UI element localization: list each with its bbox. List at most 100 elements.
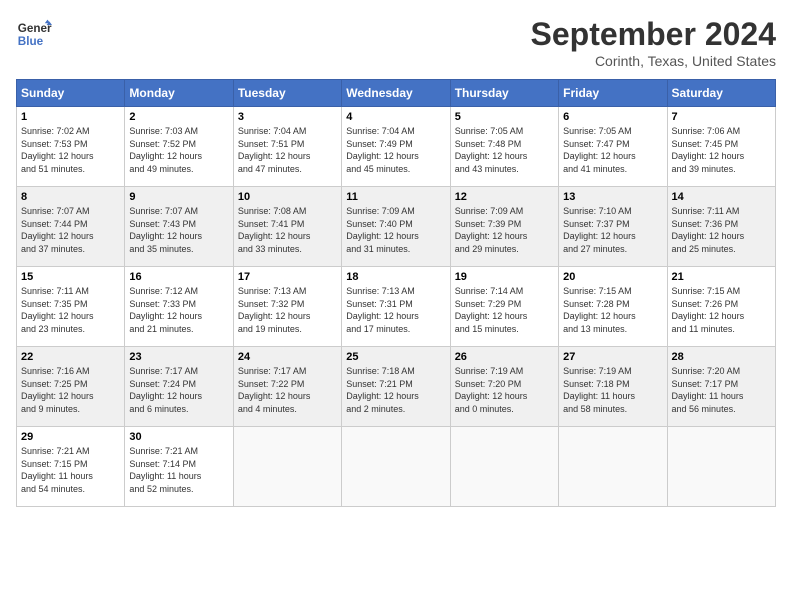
day-number: 6 xyxy=(563,111,662,123)
col-tuesday: Tuesday xyxy=(233,80,341,107)
table-cell: 11 Sunrise: 7:09 AM Sunset: 7:40 PM Dayli… xyxy=(342,187,450,267)
table-cell: 10 Sunrise: 7:08 AM Sunset: 7:41 PM Dayli… xyxy=(233,187,341,267)
day-info: Sunrise: 7:10 AM Sunset: 7:37 PM Dayligh… xyxy=(563,205,662,255)
day-number: 19 xyxy=(455,271,554,283)
day-number: 30 xyxy=(129,431,228,443)
day-number: 17 xyxy=(238,271,337,283)
day-number: 2 xyxy=(129,111,228,123)
calendar-header-row: Sunday Monday Tuesday Wednesday Thursday… xyxy=(17,80,776,107)
day-info: Sunrise: 7:18 AM Sunset: 7:21 PM Dayligh… xyxy=(346,365,445,415)
day-info: Sunrise: 7:04 AM Sunset: 7:49 PM Dayligh… xyxy=(346,125,445,175)
table-cell: 18Sunrise: 7:13 AM Sunset: 7:31 PM Dayli… xyxy=(342,267,450,347)
table-cell: 8 Sunrise: 7:07 AM Sunset: 7:44 PM Daylig… xyxy=(17,187,125,267)
day-info: Sunrise: 7:17 AM Sunset: 7:22 PM Dayligh… xyxy=(238,365,337,415)
day-number: 22 xyxy=(21,351,120,363)
day-number: 8 xyxy=(21,191,120,203)
day-number: 13 xyxy=(563,191,662,203)
day-number: 4 xyxy=(346,111,445,123)
day-number: 16 xyxy=(129,271,228,283)
table-cell: 25 Sunrise: 7:18 AM Sunset: 7:21 PM Dayli… xyxy=(342,347,450,427)
table-cell: 29 Sunrise: 7:21 AM Sunset: 7:15 PM Dayli… xyxy=(17,427,125,507)
table-cell: 9 Sunrise: 7:07 AM Sunset: 7:43 PM Daylig… xyxy=(125,187,233,267)
day-info: Sunrise: 7:17 AM Sunset: 7:24 PM Dayligh… xyxy=(129,365,228,415)
table-cell: 5Sunrise: 7:05 AM Sunset: 7:48 PM Daylig… xyxy=(450,107,558,187)
header: General Blue September 2024 Corinth, Tex… xyxy=(16,16,776,69)
table-cell: 12Sunrise: 7:09 AM Sunset: 7:39 PM Dayli… xyxy=(450,187,558,267)
day-number: 26 xyxy=(455,351,554,363)
table-cell: 17 Sunrise: 7:13 AM Sunset: 7:32 PM Dayli… xyxy=(233,267,341,347)
day-info: Sunrise: 7:05 AM Sunset: 7:47 PM Dayligh… xyxy=(563,125,662,175)
table-cell: 22 Sunrise: 7:16 AM Sunset: 7:25 PM Dayli… xyxy=(17,347,125,427)
col-wednesday: Wednesday xyxy=(342,80,450,107)
table-cell: 21Sunrise: 7:15 AM Sunset: 7:26 PM Dayli… xyxy=(667,267,775,347)
day-number: 29 xyxy=(21,431,120,443)
day-number: 11 xyxy=(346,191,445,203)
day-info: Sunrise: 7:04 AM Sunset: 7:51 PM Dayligh… xyxy=(238,125,337,175)
day-number: 10 xyxy=(238,191,337,203)
col-saturday: Saturday xyxy=(667,80,775,107)
day-info: Sunrise: 7:21 AM Sunset: 7:15 PM Dayligh… xyxy=(21,445,120,495)
table-cell: 15Sunrise: 7:11 AM Sunset: 7:35 PM Dayli… xyxy=(17,267,125,347)
logo-icon: General Blue xyxy=(16,16,52,52)
col-thursday: Thursday xyxy=(450,80,558,107)
month-title: September 2024 xyxy=(531,16,776,53)
day-info: Sunrise: 7:02 AM Sunset: 7:53 PM Dayligh… xyxy=(21,125,120,175)
day-info: Sunrise: 7:11 AM Sunset: 7:35 PM Dayligh… xyxy=(21,285,120,335)
calendar-row: 8 Sunrise: 7:07 AM Sunset: 7:44 PM Daylig… xyxy=(17,187,776,267)
location-subtitle: Corinth, Texas, United States xyxy=(531,53,776,69)
table-cell: 14 Sunrise: 7:11 AM Sunset: 7:36 PM Dayli… xyxy=(667,187,775,267)
svg-text:General: General xyxy=(18,22,52,35)
table-cell: 20Sunrise: 7:15 AM Sunset: 7:28 PM Dayli… xyxy=(559,267,667,347)
day-info: Sunrise: 7:03 AM Sunset: 7:52 PM Dayligh… xyxy=(129,125,228,175)
day-number: 14 xyxy=(672,191,771,203)
title-area: September 2024 Corinth, Texas, United St… xyxy=(531,16,776,69)
day-number: 7 xyxy=(672,111,771,123)
day-info: Sunrise: 7:14 AM Sunset: 7:29 PM Dayligh… xyxy=(455,285,554,335)
calendar-table: Sunday Monday Tuesday Wednesday Thursday… xyxy=(16,79,776,507)
day-number: 25 xyxy=(346,351,445,363)
day-info: Sunrise: 7:19 AM Sunset: 7:18 PM Dayligh… xyxy=(563,365,662,415)
day-info: Sunrise: 7:12 AM Sunset: 7:33 PM Dayligh… xyxy=(129,285,228,335)
day-number: 9 xyxy=(129,191,228,203)
table-cell: 27 Sunrise: 7:19 AM Sunset: 7:18 PM Dayli… xyxy=(559,347,667,427)
day-info: Sunrise: 7:15 AM Sunset: 7:28 PM Dayligh… xyxy=(563,285,662,335)
table-cell: 3 Sunrise: 7:04 AM Sunset: 7:51 PM Daylig… xyxy=(233,107,341,187)
day-info: Sunrise: 7:08 AM Sunset: 7:41 PM Dayligh… xyxy=(238,205,337,255)
day-number: 27 xyxy=(563,351,662,363)
table-cell xyxy=(233,427,341,507)
day-number: 24 xyxy=(238,351,337,363)
calendar-row: 22 Sunrise: 7:16 AM Sunset: 7:25 PM Dayli… xyxy=(17,347,776,427)
table-cell: 16 Sunrise: 7:12 AM Sunset: 7:33 PM Dayli… xyxy=(125,267,233,347)
table-cell: 23Sunrise: 7:17 AM Sunset: 7:24 PM Dayli… xyxy=(125,347,233,427)
col-friday: Friday xyxy=(559,80,667,107)
calendar-row: 29 Sunrise: 7:21 AM Sunset: 7:15 PM Dayli… xyxy=(17,427,776,507)
svg-text:Blue: Blue xyxy=(18,35,44,48)
table-cell xyxy=(559,427,667,507)
table-cell: 28 Sunrise: 7:20 AM Sunset: 7:17 PM Dayli… xyxy=(667,347,775,427)
day-info: Sunrise: 7:16 AM Sunset: 7:25 PM Dayligh… xyxy=(21,365,120,415)
col-monday: Monday xyxy=(125,80,233,107)
table-cell: 2 Sunrise: 7:03 AM Sunset: 7:52 PM Daylig… xyxy=(125,107,233,187)
day-number: 12 xyxy=(455,191,554,203)
day-info: Sunrise: 7:20 AM Sunset: 7:17 PM Dayligh… xyxy=(672,365,771,415)
table-cell: 7Sunrise: 7:06 AM Sunset: 7:45 PM Daylig… xyxy=(667,107,775,187)
day-info: Sunrise: 7:13 AM Sunset: 7:31 PM Dayligh… xyxy=(346,285,445,335)
day-info: Sunrise: 7:11 AM Sunset: 7:36 PM Dayligh… xyxy=(672,205,771,255)
day-number: 3 xyxy=(238,111,337,123)
day-info: Sunrise: 7:15 AM Sunset: 7:26 PM Dayligh… xyxy=(672,285,771,335)
table-cell: 30 Sunrise: 7:21 AM Sunset: 7:14 PM Dayli… xyxy=(125,427,233,507)
calendar-row: 15Sunrise: 7:11 AM Sunset: 7:35 PM Dayli… xyxy=(17,267,776,347)
day-info: Sunrise: 7:07 AM Sunset: 7:43 PM Dayligh… xyxy=(129,205,228,255)
day-number: 28 xyxy=(672,351,771,363)
day-info: Sunrise: 7:13 AM Sunset: 7:32 PM Dayligh… xyxy=(238,285,337,335)
day-info: Sunrise: 7:07 AM Sunset: 7:44 PM Dayligh… xyxy=(21,205,120,255)
table-cell: 19 Sunrise: 7:14 AM Sunset: 7:29 PM Dayli… xyxy=(450,267,558,347)
day-info: Sunrise: 7:21 AM Sunset: 7:14 PM Dayligh… xyxy=(129,445,228,495)
table-cell: 24 Sunrise: 7:17 AM Sunset: 7:22 PM Dayli… xyxy=(233,347,341,427)
table-cell: 13 Sunrise: 7:10 AM Sunset: 7:37 PM Dayli… xyxy=(559,187,667,267)
day-number: 1 xyxy=(21,111,120,123)
day-info: Sunrise: 7:09 AM Sunset: 7:40 PM Dayligh… xyxy=(346,205,445,255)
logo: General Blue xyxy=(16,16,52,52)
table-cell: 6 Sunrise: 7:05 AM Sunset: 7:47 PM Daylig… xyxy=(559,107,667,187)
day-info: Sunrise: 7:05 AM Sunset: 7:48 PM Dayligh… xyxy=(455,125,554,175)
